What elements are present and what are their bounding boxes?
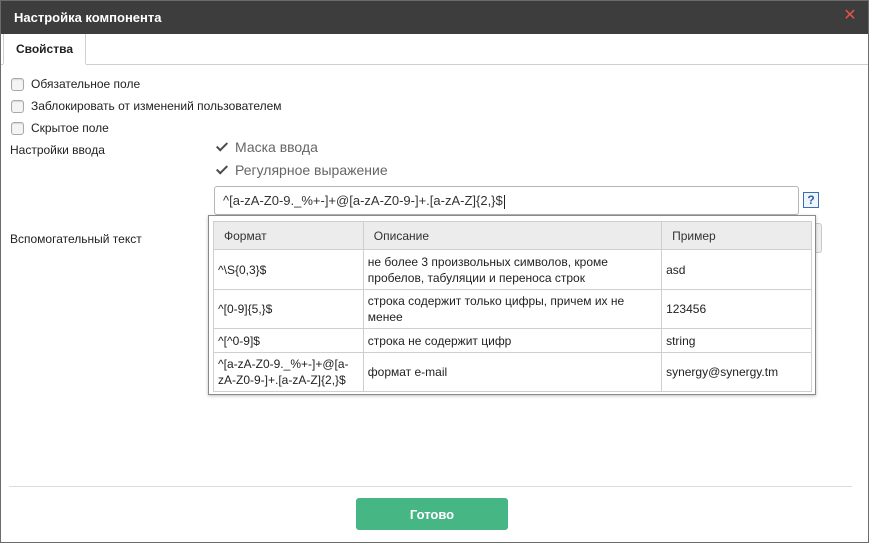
regex-input[interactable]: ^[a-zA-Z0-9._%+-]+@[a-zA-Z0-9-]+.[a-zA-Z… <box>214 186 799 215</box>
properties-panel: Обязательное поле Заблокировать от измен… <box>1 65 868 487</box>
lock-from-user-label: Заблокировать от изменений пользователем <box>31 99 282 113</box>
table-row[interactable]: ^[0-9]{5,}$ строка содержит только цифры… <box>213 289 812 329</box>
text-caret <box>503 194 505 209</box>
hidden-field-label: Скрытое поле <box>31 121 109 135</box>
format-cell: ^[a-zA-Z0-9._%+-]+@[a-zA-Z0-9-]+.[a-zA-Z… <box>213 352 364 392</box>
table-header-row: Формат Описание Пример <box>213 221 812 250</box>
input-mask-option[interactable]: Маска ввода <box>215 139 318 155</box>
done-button[interactable]: Готово <box>356 498 508 530</box>
example-cell: 123456 <box>661 289 812 329</box>
table-row[interactable]: ^[^0-9]$ строка не содержит цифр string <box>213 328 812 353</box>
description-cell: не более 3 произвольных символов, кроме … <box>362 249 663 290</box>
tab-properties[interactable]: Свойства <box>3 34 86 65</box>
input-mask-check-icon[interactable] <box>215 140 229 154</box>
format-cell: ^[0-9]{5,}$ <box>213 289 364 329</box>
regex-format-popup: Формат Описание Пример ^\S{0,3}$ не боле… <box>208 215 816 395</box>
lock-from-user-checkbox[interactable] <box>11 99 24 113</box>
format-cell: ^[^0-9]$ <box>213 328 364 353</box>
dialog-titlebar: Настройка компонента ✕ <box>1 1 868 34</box>
column-header-example: Пример <box>661 221 812 250</box>
description-cell: строка содержит только цифры, причем их … <box>362 289 663 329</box>
column-header-format: Формат <box>213 221 364 250</box>
example-cell: synergy@synergy.tm <box>661 352 812 392</box>
description-cell: строка не содержит цифр <box>362 328 663 353</box>
regex-option[interactable]: Регулярное выражение <box>215 162 388 178</box>
input-mask-label: Маска ввода <box>235 139 318 155</box>
regex-check-icon[interactable] <box>215 163 229 177</box>
example-cell: asd <box>661 249 812 290</box>
helper-text-label: Вспомогательный текст <box>10 232 142 246</box>
format-cell: ^\S{0,3}$ <box>213 249 364 290</box>
hidden-field-checkbox[interactable] <box>11 121 24 135</box>
regex-input-value: ^[a-zA-Z0-9._%+-]+@[a-zA-Z0-9-]+.[a-zA-Z… <box>223 193 503 208</box>
hidden-field-option[interactable]: Скрытое поле <box>11 119 109 137</box>
description-cell: формат e-mail <box>362 352 663 392</box>
lock-from-user-option[interactable]: Заблокировать от изменений пользователем <box>11 97 282 115</box>
close-icon[interactable]: ✕ <box>842 8 858 24</box>
regex-format-table: Формат Описание Пример ^\S{0,3}$ не боле… <box>213 221 812 392</box>
table-row[interactable]: ^[a-zA-Z0-9._%+-]+@[a-zA-Z0-9-]+.[a-zA-Z… <box>213 352 812 392</box>
required-field-option[interactable]: Обязательное поле <box>11 75 140 93</box>
example-cell: string <box>661 328 812 353</box>
input-settings-label: Настройки ввода <box>10 143 105 157</box>
dialog-title: Настройка компонента <box>14 10 162 25</box>
required-field-checkbox[interactable] <box>11 77 24 91</box>
tab-bar: Свойства <box>1 34 868 65</box>
footer-divider <box>9 486 852 487</box>
component-settings-dialog: Настройка компонента ✕ Свойства Обязател… <box>0 0 869 543</box>
required-field-label: Обязательное поле <box>31 77 141 91</box>
help-button[interactable]: ? <box>803 192 819 208</box>
column-header-description: Описание <box>362 221 663 250</box>
table-row[interactable]: ^\S{0,3}$ не более 3 произвольных символ… <box>213 249 812 290</box>
regex-label: Регулярное выражение <box>235 162 388 178</box>
